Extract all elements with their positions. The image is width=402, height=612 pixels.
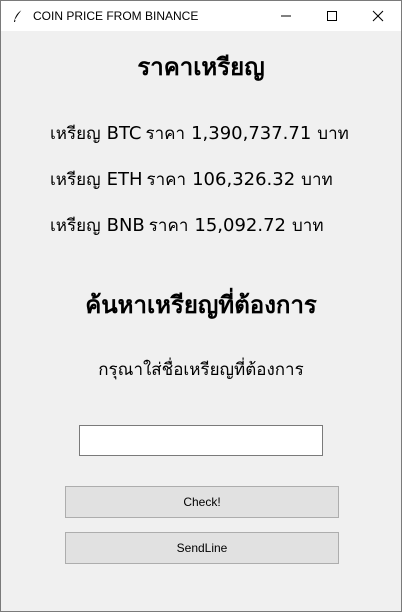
price-label: ราคา xyxy=(146,170,187,190)
price-row-btc: เหรียญ BTC ราคา 1,390,737.71 บาท xyxy=(50,120,349,147)
app-window: COIN PRICE FROM BINANCE ราคาเหรียญ เหรีย… xyxy=(0,0,402,612)
check-button[interactable]: Check! xyxy=(65,486,339,518)
close-icon xyxy=(372,10,384,22)
coin-symbol: BTC xyxy=(106,123,142,144)
window-controls xyxy=(263,1,401,31)
coin-price: 106,326.32 xyxy=(192,169,296,190)
maximize-button[interactable] xyxy=(309,1,355,31)
coin-price: 1,390,737.71 xyxy=(191,123,312,144)
title-bar[interactable]: COIN PRICE FROM BINANCE xyxy=(1,1,401,31)
maximize-icon xyxy=(327,11,337,21)
coin-prefix: เหรียญ xyxy=(50,124,101,144)
feather-icon xyxy=(11,9,25,23)
price-row-eth: เหรียญ ETH ราคา 106,326.32 บาท xyxy=(50,166,333,193)
search-heading: ค้นหาเหรียญที่ต้องการ xyxy=(85,291,317,319)
coin-search-input[interactable] xyxy=(79,425,323,456)
sendline-button[interactable]: SendLine xyxy=(65,532,339,564)
coin-price: 15,092.72 xyxy=(194,215,286,236)
close-button[interactable] xyxy=(355,1,401,31)
coin-prefix: เหรียญ xyxy=(50,216,101,236)
currency-unit: บาท xyxy=(317,124,349,144)
minimize-icon xyxy=(281,15,291,17)
coin-symbol: BNB xyxy=(106,215,145,236)
currency-unit: บาท xyxy=(291,216,324,236)
minimize-button[interactable] xyxy=(263,1,309,31)
currency-unit: บาท xyxy=(301,170,333,190)
search-prompt: กรุณาใส่ชื่อเหรียญที่ต้องการ xyxy=(98,360,304,380)
price-row-bnb: เหรียญ BNB ราคา 15,092.72 บาท xyxy=(50,212,324,239)
price-label: ราคา xyxy=(148,216,189,236)
coin-prefix: เหรียญ xyxy=(50,170,101,190)
prices-heading: ราคาเหรียญ xyxy=(137,53,265,81)
window-title: COIN PRICE FROM BINANCE xyxy=(33,9,199,23)
coin-symbol: ETH xyxy=(106,169,143,190)
price-label: ราคา xyxy=(145,124,186,144)
